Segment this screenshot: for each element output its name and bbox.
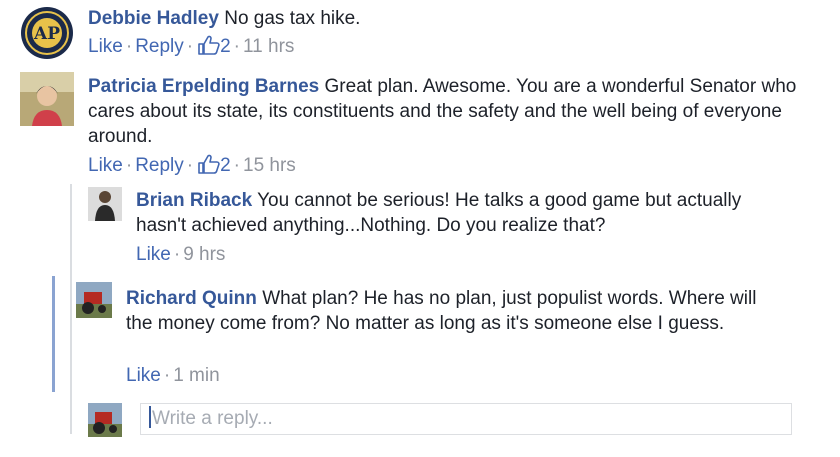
reply-actions: Like · 1 min [126, 365, 220, 386]
profile-photo-icon [20, 72, 74, 126]
reply-text: Richard Quinn What plan? He has no plan,… [126, 286, 776, 336]
reply-text: Brian Riback You cannot be serious! He t… [136, 188, 776, 238]
like-link[interactable]: Like [88, 36, 123, 57]
reply-time[interactable]: 1 min [173, 365, 219, 386]
comment-debbie-hadley: AP Debbie Hadley No gas tax hike. Like · R… [0, 0, 840, 62]
comment-text: Patricia Erpelding Barnes Great plan. Aw… [88, 74, 808, 149]
reply-input[interactable]: Write a reply... [140, 403, 792, 435]
comment-time[interactable]: 15 hrs [243, 155, 296, 176]
comment-actions: Like · Reply · 2 · 15 hrs [88, 154, 296, 176]
reply-placeholder: Write a reply... [152, 408, 273, 429]
like-link[interactable]: Like [126, 365, 161, 386]
comment-patricia-erpelding-barnes: Patricia Erpelding Barnes Great plan. Aw… [0, 66, 840, 178]
avatar[interactable] [20, 72, 74, 126]
reply-actions: Like · 9 hrs [136, 244, 226, 265]
thumbs-up-icon [198, 154, 220, 174]
avatar[interactable] [76, 282, 112, 318]
comment-author[interactable]: Debbie Hadley [88, 8, 219, 29]
comment-text: Debbie Hadley No gas tax hike. [88, 6, 808, 31]
like-link[interactable]: Like [136, 244, 171, 265]
reply-time[interactable]: 9 hrs [183, 244, 225, 265]
comment-body: No gas tax hike. [224, 8, 361, 29]
reply-richard-quinn: Richard Quinn What plan? He has no plan,… [0, 282, 840, 392]
comment-author[interactable]: Patricia Erpelding Barnes [88, 76, 319, 97]
like-link[interactable]: Like [88, 155, 123, 176]
tractor-photo-icon [88, 403, 122, 437]
reply-link[interactable]: Reply [135, 36, 184, 57]
reply-author[interactable]: Brian Riback [136, 190, 252, 211]
thumbs-up-icon [198, 35, 220, 55]
ap-logo-icon: AP [21, 7, 73, 59]
profile-photo-icon [88, 187, 122, 221]
reply-brian-riback: Brian Riback You cannot be serious! He t… [0, 184, 840, 270]
reply-author[interactable]: Richard Quinn [126, 288, 257, 309]
reply-link[interactable]: Reply [135, 155, 184, 176]
likes-count[interactable]: 2 [196, 154, 231, 176]
likes-count[interactable]: 2 [196, 35, 231, 57]
avatar[interactable] [88, 187, 122, 221]
comment-actions: Like · Reply · 2 · 11 hrs [88, 35, 295, 57]
comment-time[interactable]: 11 hrs [243, 36, 294, 57]
svg-text:AP: AP [33, 24, 60, 44]
composer-avatar [88, 403, 122, 437]
text-cursor [149, 406, 151, 428]
tractor-photo-icon [76, 282, 112, 318]
avatar[interactable]: AP [20, 6, 74, 60]
